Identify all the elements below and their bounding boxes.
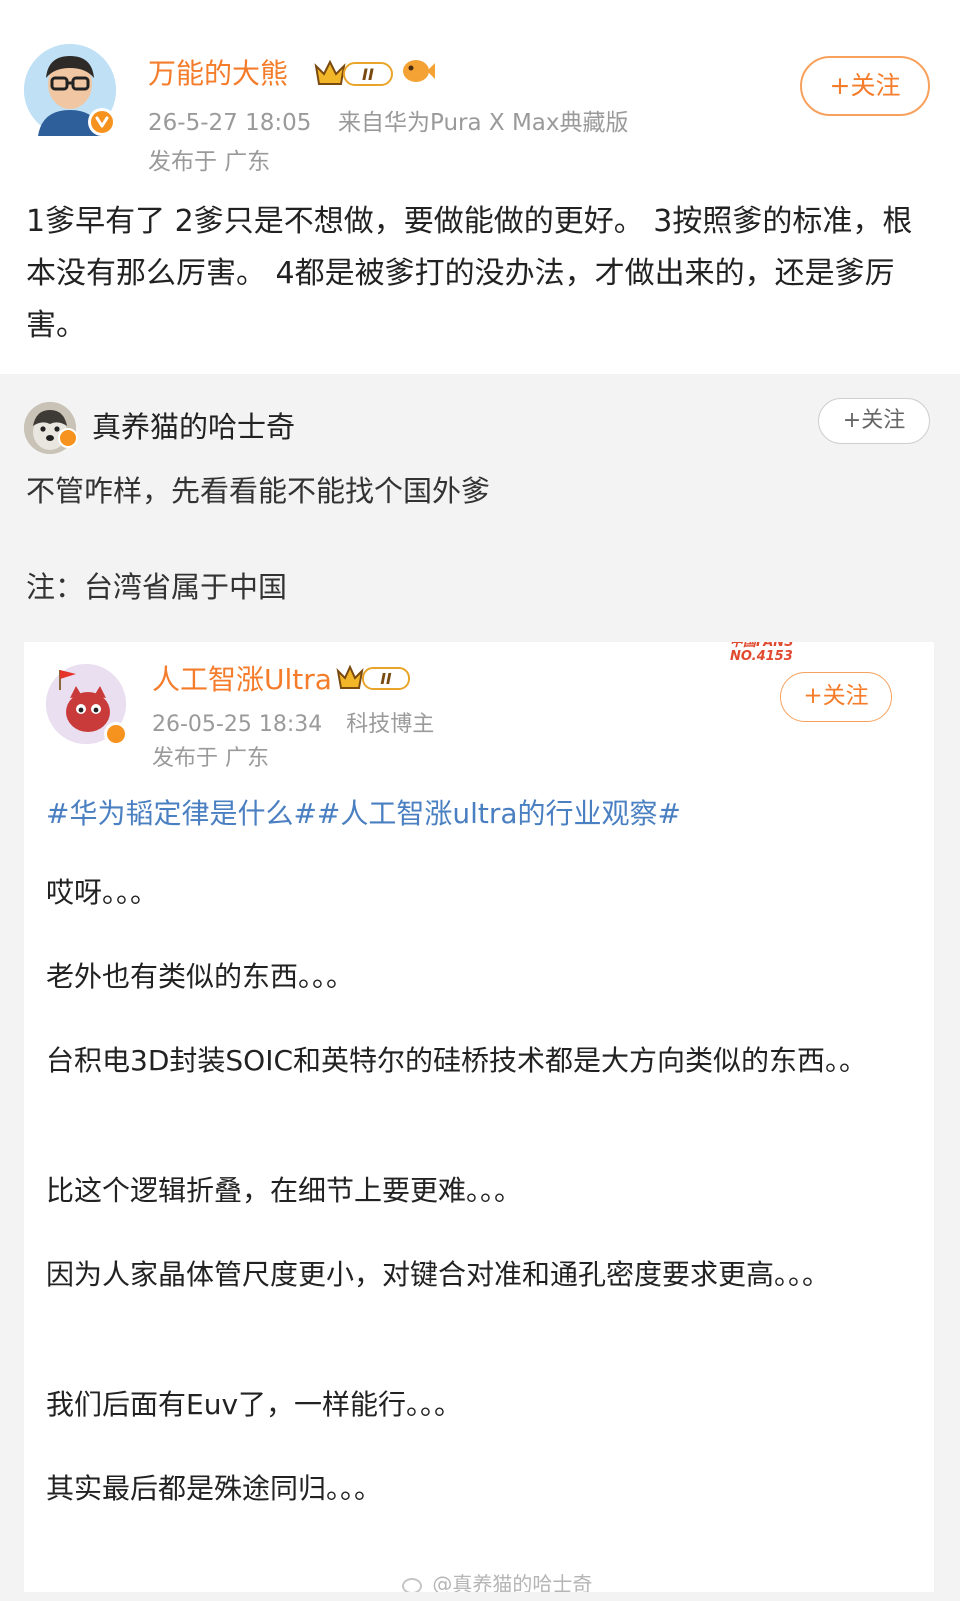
fans-badge: 中国FANS NO.4153 [730,642,860,672]
post-source[interactable]: 来自华为Pura X Max典藏版 [338,110,629,136]
quoted-paragraph: 台积电3D封装SOIC和英特尔的硅桥技术都是大方向类似的东西。。 [46,1044,867,1077]
verified-badge-icon [104,722,128,746]
author-avatar[interactable] [24,44,116,136]
level-badge-text: II [362,65,374,84]
watermark-text: @真养猫的哈士奇 [432,1572,593,1592]
follow-button-quoted: +关注 [780,672,892,722]
fish-medal-icon [400,56,436,90]
level-badge-icon: II [336,662,412,698]
verified-badge-icon [88,108,116,136]
commenter-name[interactable]: 真养猫的哈士奇 [92,404,295,446]
post-meta: 26-5-27 18:05 来自华为Pura X Max典藏版 [148,103,629,137]
post-time: 26-5-27 18:05 [148,110,312,136]
quoted-author-name: 人工智涨Ultra [152,663,332,696]
quoted-paragraph: 其实最后都是殊途同归。。。 [46,1472,383,1505]
post-body: 1爹早有了 2爹只是不想做，要做能做的更好。 3按照爹的标准，根本没有那么厉害。… [26,204,913,343]
quoted-paragraph: 哎呀。。。 [46,876,159,909]
author-name[interactable]: 万能的大熊 [148,52,288,92]
quoted-author-avatar [46,664,128,746]
quoted-post-image[interactable]: 中国FANS NO.4153 人工智涨Ultra II 26-05-25 18:… [24,642,934,1592]
quoted-author-tag: 科技博主 [346,712,435,737]
quoted-post-meta: 26-05-25 18:34 科技博主 [152,706,434,738]
fans-badge-text: 中国FANS NO.4153 [730,642,794,664]
quoted-paragraph: 因为人家晶体管尺度更小，对键合对准和通孔密度要求更高。。。 [46,1258,831,1291]
weibo-logo-icon [402,1577,422,1592]
level-badge-icon: II [314,56,396,94]
follow-button[interactable]: +关注 [800,56,930,116]
main-post: 万能的大熊 II 26-5-27 18:05 来自华为Pura X Max典藏版… [0,0,960,374]
quoted-paragraph: 比这个逻辑折叠，在细节上要更难。。。 [46,1174,523,1207]
quoted-paragraph: 老外也有类似的东西。。。 [46,960,355,993]
level-badge-text: II [380,670,392,688]
post-location: 发布于 广东 [148,149,271,175]
follow-button-commenter[interactable]: +关注 [818,398,930,444]
watermark: @真养猫的哈士奇 [402,1568,592,1592]
topic-hashtags: #华为韬定律是什么##人工智涨ultra的行业观察# [46,797,682,830]
comment-text: 不管咋样，先看看能不能找个国外爹 [26,474,491,508]
verified-badge-icon [58,428,78,448]
comment-note: 注：台湾省属于中国 [26,570,288,604]
quoted-post-location: 发布于 广东 [152,746,269,771]
quoted-paragraph: 我们后面有Euv了，一样能行。。。 [46,1388,463,1421]
quoted-post-time: 26-05-25 18:34 [152,712,323,737]
